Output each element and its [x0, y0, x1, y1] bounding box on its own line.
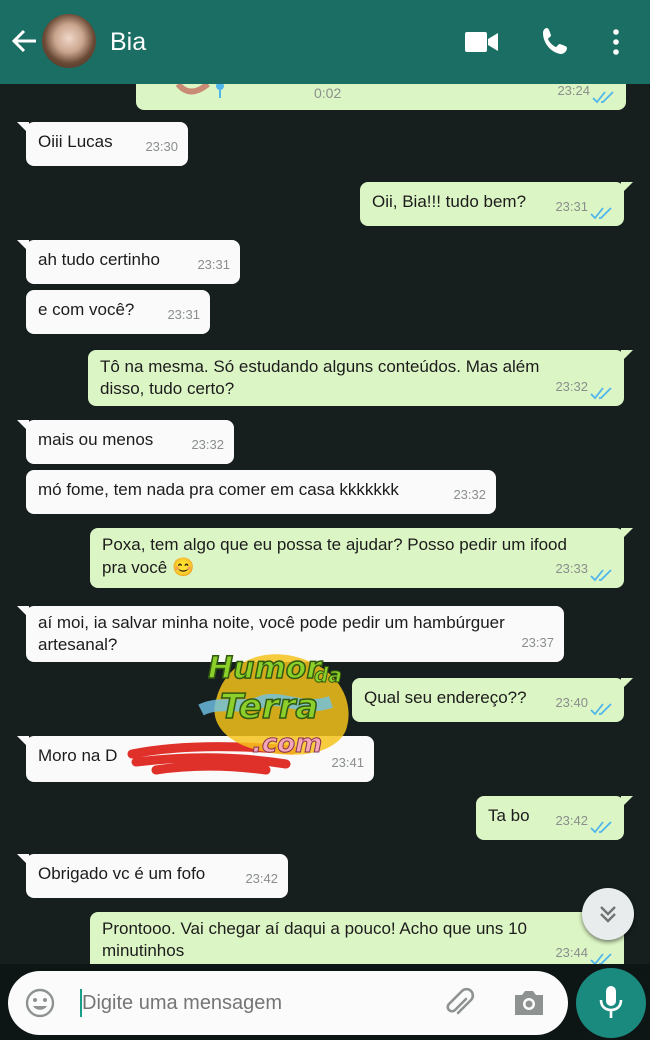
incoming-message[interactable]: Obrigado vc é um fofo 23:42: [17, 854, 288, 898]
video-call-icon[interactable]: [464, 30, 500, 54]
message-input-box[interactable]: [8, 971, 568, 1035]
message-time: 23:32: [555, 379, 588, 394]
smiling-face-emoji: 😊: [171, 557, 195, 577]
message-list[interactable]: 0:02 23:24 Oiii Lucas 23:30 Oii, Bia!!! …: [0, 84, 650, 964]
outgoing-message[interactable]: Qual seu endereço?? 23:40: [352, 678, 633, 722]
message-text: e com você?: [38, 300, 135, 319]
message-text: Oii, Bia!!! tudo bem?: [372, 192, 527, 211]
incoming-message[interactable]: e com você? 23:31: [26, 290, 210, 334]
watermark-terra: Terra: [220, 687, 318, 727]
message-text-line: pra você: [102, 558, 168, 577]
contact-avatar[interactable]: [42, 14, 96, 68]
message-time: 23:40: [555, 695, 588, 710]
read-ticks-icon: [592, 91, 614, 104]
message-text: ah tudo certinho: [38, 250, 160, 269]
message-input[interactable]: [80, 991, 384, 1016]
outgoing-message[interactable]: Poxa, tem algo que eu possa te ajudar? P…: [90, 528, 633, 588]
outgoing-message[interactable]: Oii, Bia!!! tudo bem? 23:31: [360, 182, 633, 226]
message-text: Qual seu endereço??: [364, 688, 527, 707]
back-arrow-icon[interactable]: [10, 26, 38, 56]
read-ticks-icon: [590, 569, 612, 582]
message-time: 23:44: [555, 945, 588, 960]
read-ticks-icon: [590, 387, 612, 400]
message-text-line: Poxa, tem algo que eu possa te ajudar? P…: [102, 535, 567, 554]
message-time: 23:31: [167, 307, 200, 322]
message-text: Moro na D: [38, 746, 118, 765]
message-time: 23:31: [555, 199, 588, 214]
message-text: mó fome, tem nada pra comer em casa kkkk…: [38, 480, 399, 499]
mic-button[interactable]: [576, 968, 646, 1038]
phone-icon[interactable]: [540, 26, 570, 56]
message-text-line: Prontooo. Vai chegar aí daqui a pouco! A…: [102, 919, 527, 938]
message-time: 23:31: [197, 257, 230, 272]
message-text: Ta bo: [488, 806, 530, 825]
message-text-line: disso, tudo certo?: [100, 379, 235, 398]
message-time: 23:24: [557, 84, 590, 98]
emoji-icon[interactable]: [24, 987, 56, 1019]
message-text: mais ou menos: [38, 430, 154, 449]
incoming-message[interactable]: mó fome, tem nada pra comer em casa kkkk…: [26, 470, 496, 514]
message-text: Obrigado vc é um fofo: [38, 864, 206, 883]
contact-name[interactable]: Bia: [110, 28, 146, 57]
audio-message-bubble[interactable]: 0:02 23:24: [136, 84, 626, 110]
attach-icon[interactable]: [444, 987, 476, 1021]
outgoing-message[interactable]: Tô na mesma. Só estudando alguns conteúd…: [88, 350, 633, 406]
watermark-da: da: [314, 663, 342, 687]
message-text-line: Tô na mesma. Só estudando alguns conteúd…: [100, 357, 540, 376]
more-options-icon[interactable]: [610, 28, 622, 56]
message-time: 23:32: [191, 437, 224, 452]
scroll-to-bottom-button[interactable]: [582, 888, 634, 940]
message-time: 23:42: [555, 813, 588, 828]
double-chevron-down-icon: [600, 906, 616, 923]
watermark-com: .com: [252, 729, 322, 759]
incoming-message[interactable]: mais ou menos 23:32: [17, 420, 234, 464]
incoming-message[interactable]: Oiii Lucas 23:30: [17, 122, 188, 166]
audio-duration: 0:02: [314, 85, 342, 101]
humor-da-terra-watermark: Humor da Terra .com: [198, 650, 349, 760]
message-time: 23:37: [521, 635, 554, 650]
read-ticks-icon: [590, 703, 612, 716]
watermark-humor: Humor: [208, 651, 323, 686]
outgoing-message[interactable]: Ta bo 23:42: [476, 796, 633, 840]
chat-header: Bia: [0, 0, 650, 84]
mic-icon: [599, 986, 623, 1018]
message-text-line: minutinhos: [102, 941, 185, 960]
message-time: 23:32: [453, 487, 486, 502]
outgoing-message[interactable]: Prontooo. Vai chegar aí daqui a pouco! A…: [90, 912, 633, 964]
incoming-message[interactable]: ah tudo certinho 23:31: [17, 240, 240, 284]
message-text-line: aí moi, ia salvar minha noite, você pode…: [38, 613, 505, 632]
read-ticks-icon: [590, 953, 612, 964]
message-text: Oiii Lucas: [38, 132, 113, 151]
read-ticks-icon: [590, 821, 612, 834]
message-time: 23:30: [145, 139, 178, 154]
read-ticks-icon: [590, 207, 612, 220]
composer-bar: [0, 964, 650, 1040]
audio-waveform-icon: [176, 84, 224, 98]
camera-icon[interactable]: [512, 989, 546, 1017]
message-time: 23:42: [245, 871, 278, 886]
message-time: 23:33: [555, 561, 588, 576]
